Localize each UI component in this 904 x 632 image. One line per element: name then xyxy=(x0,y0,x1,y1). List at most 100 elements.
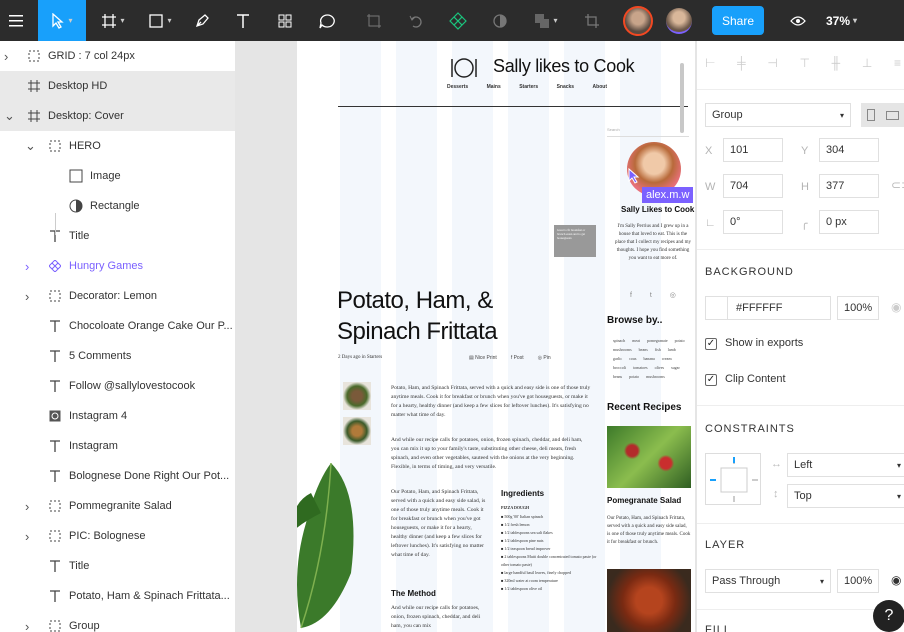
crop-button[interactable] xyxy=(578,0,606,41)
layer-row[interactable]: › Group xyxy=(0,611,235,632)
text-tool-button[interactable] xyxy=(228,0,258,41)
layer-row[interactable]: Image xyxy=(0,161,235,191)
chevron-right-icon[interactable]: › xyxy=(25,619,35,632)
help-button[interactable]: ? xyxy=(873,600,904,632)
blend-mode-select[interactable]: Pass Through ▾ xyxy=(705,569,831,593)
print-link[interactable]: ▤ Nice Print xyxy=(469,355,497,361)
layer-row[interactable]: Title xyxy=(0,551,235,581)
reset-instance-button[interactable] xyxy=(402,0,430,41)
tag-link[interactable]: sugar xyxy=(671,364,680,372)
mask-button[interactable] xyxy=(486,0,514,41)
menu-icon[interactable] xyxy=(0,0,32,41)
search-input[interactable]: Search xyxy=(607,127,689,137)
comment-tool-button[interactable] xyxy=(312,0,342,41)
pen-tool-button[interactable] xyxy=(188,0,216,41)
layer-row[interactable]: Potato, Ham & Spinach Frittata... xyxy=(0,581,235,611)
tag-link[interactable]: garlic xyxy=(613,355,622,363)
tag-link[interactable]: mushrooms xyxy=(613,346,632,354)
layer-row[interactable]: › GRID : 7 col 24px xyxy=(0,41,235,71)
zoom-dropdown[interactable]: 37% ▾ xyxy=(826,0,857,41)
chevron-right-icon[interactable]: › xyxy=(25,259,35,274)
align-left-icon[interactable]: ⊢ xyxy=(705,56,715,70)
user-avatar-1[interactable] xyxy=(621,0,655,41)
layer-row[interactable]: › Pommegranite Salad xyxy=(0,491,235,521)
tag-link[interactable]: meat xyxy=(632,337,640,345)
color-swatch[interactable] xyxy=(706,297,728,319)
height-input[interactable]: 377 xyxy=(819,174,879,198)
horizontal-constraint-select[interactable]: Left ▾ xyxy=(787,453,904,477)
chevron-right-icon[interactable]: › xyxy=(25,499,35,514)
portrait-icon[interactable] xyxy=(866,109,875,121)
layer-row[interactable]: Desktop HD xyxy=(0,71,235,101)
align-top-icon[interactable]: ⊤ xyxy=(799,56,809,70)
chevron-down-icon[interactable]: ⌄ xyxy=(25,138,36,154)
shape-tool-button[interactable]: ▾ xyxy=(140,0,180,41)
constraints-widget[interactable] xyxy=(705,453,761,505)
layer-visibility-icon[interactable]: ◉ xyxy=(891,573,901,587)
chevron-down-icon[interactable]: ⌄ xyxy=(4,108,15,124)
boolean-button[interactable]: ▾ xyxy=(528,0,564,41)
layer-row[interactable]: Rectangle xyxy=(0,191,235,221)
chevron-right-icon[interactable]: › xyxy=(25,529,35,544)
chevron-right-icon[interactable]: › xyxy=(25,289,35,304)
layer-row[interactable]: Instagram 4 xyxy=(0,401,235,431)
layer-row[interactable]: Follow @sallylovestocook xyxy=(0,371,235,401)
bg-opacity-input[interactable]: 100% xyxy=(837,296,879,320)
align-center-h-icon[interactable]: ╪ xyxy=(737,56,746,70)
layer-row[interactable]: Instagram xyxy=(0,431,235,461)
show-exports-checkbox[interactable]: ✓ xyxy=(705,338,717,350)
radius-input[interactable]: 0 px xyxy=(819,210,879,234)
canvas[interactable]: Sally likes to Cook Desserts Mains Start… xyxy=(236,41,696,632)
create-component-button[interactable] xyxy=(360,0,388,41)
tag-link[interactable]: beans xyxy=(639,346,648,354)
nav-item[interactable]: Desserts xyxy=(447,84,468,90)
layer-row[interactable]: › PIC: Bolognese xyxy=(0,521,235,551)
landscape-icon[interactable] xyxy=(886,110,900,120)
nav-item[interactable]: About xyxy=(593,84,607,90)
tag-link[interactable]: cream xyxy=(662,355,672,363)
tag-link[interactable]: potato xyxy=(629,373,639,381)
tag-link[interactable]: potato xyxy=(675,337,685,345)
tag-link[interactable]: beans xyxy=(613,373,622,381)
width-input[interactable]: 704 xyxy=(723,174,783,198)
constrain-proportions-icon[interactable]: ⊂⊃ xyxy=(891,178,904,192)
align-center-v-icon[interactable]: ╫ xyxy=(832,56,841,70)
share-button[interactable]: Share xyxy=(712,6,764,35)
layer-row[interactable]: Title xyxy=(0,221,235,251)
tag-link[interactable]: lamb xyxy=(668,346,676,354)
x-input[interactable]: 101 xyxy=(723,138,783,162)
layer-row[interactable]: › Decorator: Lemon xyxy=(0,281,235,311)
canvas-scrollbar[interactable] xyxy=(680,63,684,133)
tag-link[interactable]: spinach xyxy=(613,337,625,345)
tag-link[interactable]: fish xyxy=(655,346,661,354)
component-button[interactable] xyxy=(444,0,472,41)
layer-opacity-input[interactable]: 100% xyxy=(837,569,879,593)
tag-link[interactable]: broccoli xyxy=(613,364,626,372)
align-bottom-icon[interactable]: ⊥ xyxy=(862,56,872,70)
layer-row[interactable]: Bolognese Done Right Our Pot... xyxy=(0,461,235,491)
move-tool-button[interactable]: ▾ xyxy=(38,0,86,41)
components-button[interactable] xyxy=(270,0,300,41)
layer-row[interactable]: 5 Comments xyxy=(0,341,235,371)
tag-link[interactable]: banana xyxy=(643,355,654,363)
layer-row[interactable]: › Hungry Games xyxy=(0,251,235,281)
clip-content-checkbox[interactable]: ✓ xyxy=(705,374,717,386)
tag-link[interactable]: mushrooms xyxy=(646,373,665,381)
nav-item[interactable]: Mains xyxy=(487,84,501,90)
bg-color-field[interactable]: #FFFFFF xyxy=(705,296,831,320)
layer-row[interactable]: Chocoloate Orange Cake Our P... xyxy=(0,311,235,341)
distribute-icon[interactable]: ≡ xyxy=(894,56,901,70)
tag-link[interactable]: tomatoes xyxy=(633,364,647,372)
frame-tool-button[interactable]: ▾ xyxy=(94,0,132,41)
view-icon[interactable] xyxy=(786,0,810,41)
user-avatar-2[interactable] xyxy=(664,0,694,41)
post-link[interactable]: f Post xyxy=(511,355,524,361)
nav-item[interactable]: Snacks xyxy=(557,84,575,90)
nav-item[interactable]: Starters xyxy=(519,84,538,90)
rotation-input[interactable]: 0° xyxy=(723,210,783,234)
tag-link[interactable]: cous xyxy=(629,355,636,363)
layer-row[interactable]: ⌄ HERO xyxy=(0,131,235,161)
align-right-icon[interactable]: ⊣ xyxy=(767,56,777,70)
layout-toggle[interactable] xyxy=(861,103,904,127)
desktop-cover-frame[interactable]: Sally likes to Cook Desserts Mains Start… xyxy=(297,41,695,632)
